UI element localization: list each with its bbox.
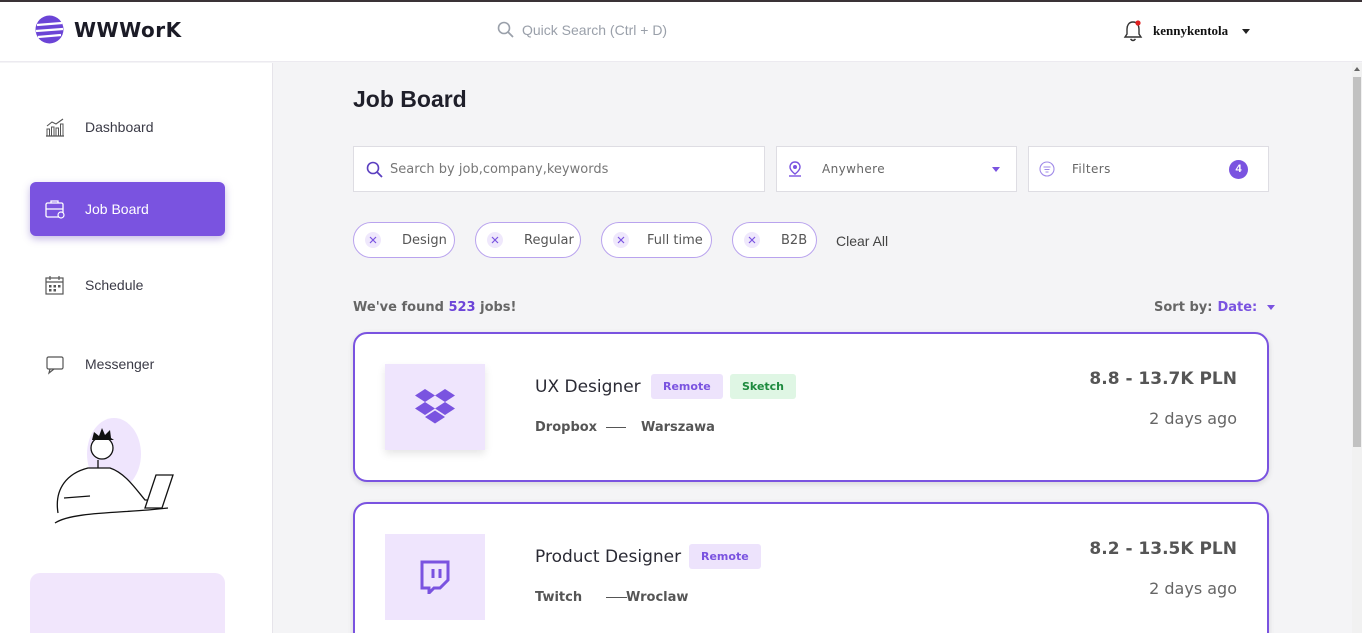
quick-search-placeholder: Quick Search (Ctrl + D) — [522, 21, 668, 38]
scroll-up-arrow-icon[interactable] — [1354, 67, 1360, 71]
calendar-icon — [45, 276, 64, 295]
chip-label: Design — [402, 232, 447, 248]
search-icon — [497, 21, 514, 38]
filter-chip-full-time[interactable]: Full time — [601, 222, 712, 258]
vertical-scrollbar[interactable] — [1352, 63, 1362, 633]
close-icon[interactable] — [487, 232, 503, 248]
job-location: Wroclaw — [626, 590, 689, 605]
job-location: Warszawa — [641, 420, 715, 435]
quick-search[interactable]: Quick Search (Ctrl + D) — [497, 21, 667, 38]
sidebar-item-schedule[interactable]: Schedule — [30, 258, 225, 312]
filter-chip-b2b[interactable]: B2B — [732, 222, 817, 258]
sidebar-item-label: Messenger — [85, 356, 155, 372]
main-content: Job Board Anywhere Filters 4 Design Regu… — [274, 63, 1352, 633]
sidebar-item-label: Dashboard — [85, 119, 154, 135]
filter-chip-regular[interactable]: Regular — [475, 222, 581, 258]
user-menu[interactable]: kennykentola — [1122, 19, 1251, 43]
page-title: Job Board — [353, 86, 467, 112]
chevron-down-icon — [1267, 305, 1276, 310]
job-title[interactable]: Product Designer — [535, 547, 681, 567]
job-search-box[interactable] — [353, 146, 765, 192]
results-number: 523 — [448, 300, 476, 315]
notification-bell-icon[interactable] — [1122, 19, 1144, 43]
close-icon[interactable] — [365, 232, 381, 248]
filters-count-badge: 4 — [1229, 160, 1248, 179]
job-tag-sketch: Sketch — [730, 374, 797, 399]
results-count: We've found 523 jobs! — [353, 300, 516, 315]
sidebar-item-label: Schedule — [85, 277, 144, 293]
search-icon — [366, 161, 383, 178]
sort-value: Date: — [1217, 300, 1258, 315]
results-prefix: We've found — [353, 300, 444, 315]
sort-dropdown[interactable]: Sort by: Date: — [1154, 300, 1276, 315]
scrollbar-thumb[interactable] — [1353, 77, 1361, 447]
dropbox-icon — [415, 389, 455, 424]
separator-dash — [606, 427, 626, 428]
sidebar-item-messenger[interactable]: Messenger — [30, 337, 225, 391]
job-posted-date: 2 days ago — [1149, 409, 1237, 428]
filters-label: Filters — [1072, 162, 1111, 176]
promo-card — [30, 573, 225, 633]
close-icon[interactable] — [613, 232, 629, 248]
logo[interactable]: WWWorK — [35, 15, 182, 44]
location-select[interactable]: Anywhere — [776, 146, 1017, 192]
filter-chip-design[interactable]: Design — [353, 222, 455, 258]
clear-all-link[interactable]: Clear All — [836, 233, 888, 249]
job-salary: 8.2 - 13.5K PLN — [1089, 539, 1237, 559]
job-search-input[interactable] — [390, 161, 750, 177]
username: kennykentola — [1153, 23, 1229, 38]
company-name: Dropbox — [535, 420, 598, 435]
job-posted-date: 2 days ago — [1149, 579, 1237, 598]
dashboard-chart-icon — [46, 118, 64, 137]
results-suffix: jobs! — [480, 300, 517, 315]
location-value: Anywhere — [822, 162, 885, 176]
job-card[interactable]: Product Designer Remote Twitch Wroclaw 8… — [353, 502, 1269, 633]
company-name: Twitch — [535, 590, 583, 605]
job-salary: 8.8 - 13.7K PLN — [1089, 369, 1237, 389]
top-header: WWWorK Quick Search (Ctrl + D) kennykent… — [0, 2, 1362, 62]
person-laptop-illustration — [54, 418, 174, 524]
sidebar: Dashboard Job Board Schedule Messenger — [0, 63, 273, 633]
chat-icon — [46, 356, 64, 375]
logo-globe-icon — [35, 15, 64, 44]
filters-button[interactable]: Filters 4 — [1028, 146, 1269, 192]
chevron-down-icon — [992, 167, 1000, 172]
sidebar-item-dashboard[interactable]: Dashboard — [30, 100, 225, 154]
job-card[interactable]: UX Designer Remote Sketch Dropbox Warsza… — [353, 332, 1269, 482]
sort-label: Sort by: — [1154, 300, 1213, 315]
chip-label: Full time — [647, 232, 703, 248]
job-title[interactable]: UX Designer — [535, 377, 641, 397]
sidebar-item-job-board[interactable]: Job Board — [30, 182, 225, 236]
separator-dash — [606, 597, 627, 598]
job-tag-remote: Remote — [651, 374, 723, 399]
chip-label: B2B — [781, 232, 808, 248]
location-pin-icon — [789, 160, 801, 177]
close-icon[interactable] — [744, 232, 760, 248]
chevron-down-icon[interactable] — [1242, 28, 1251, 34]
sidebar-item-label: Job Board — [85, 201, 149, 217]
chip-label: Regular — [524, 232, 574, 248]
twitch-icon — [420, 560, 450, 594]
logo-text: WWWorK — [74, 17, 182, 42]
job-tag-remote: Remote — [689, 544, 761, 569]
company-logo — [385, 534, 485, 620]
company-logo — [385, 364, 485, 450]
filter-icon — [1039, 161, 1055, 177]
briefcase-icon — [45, 200, 65, 219]
